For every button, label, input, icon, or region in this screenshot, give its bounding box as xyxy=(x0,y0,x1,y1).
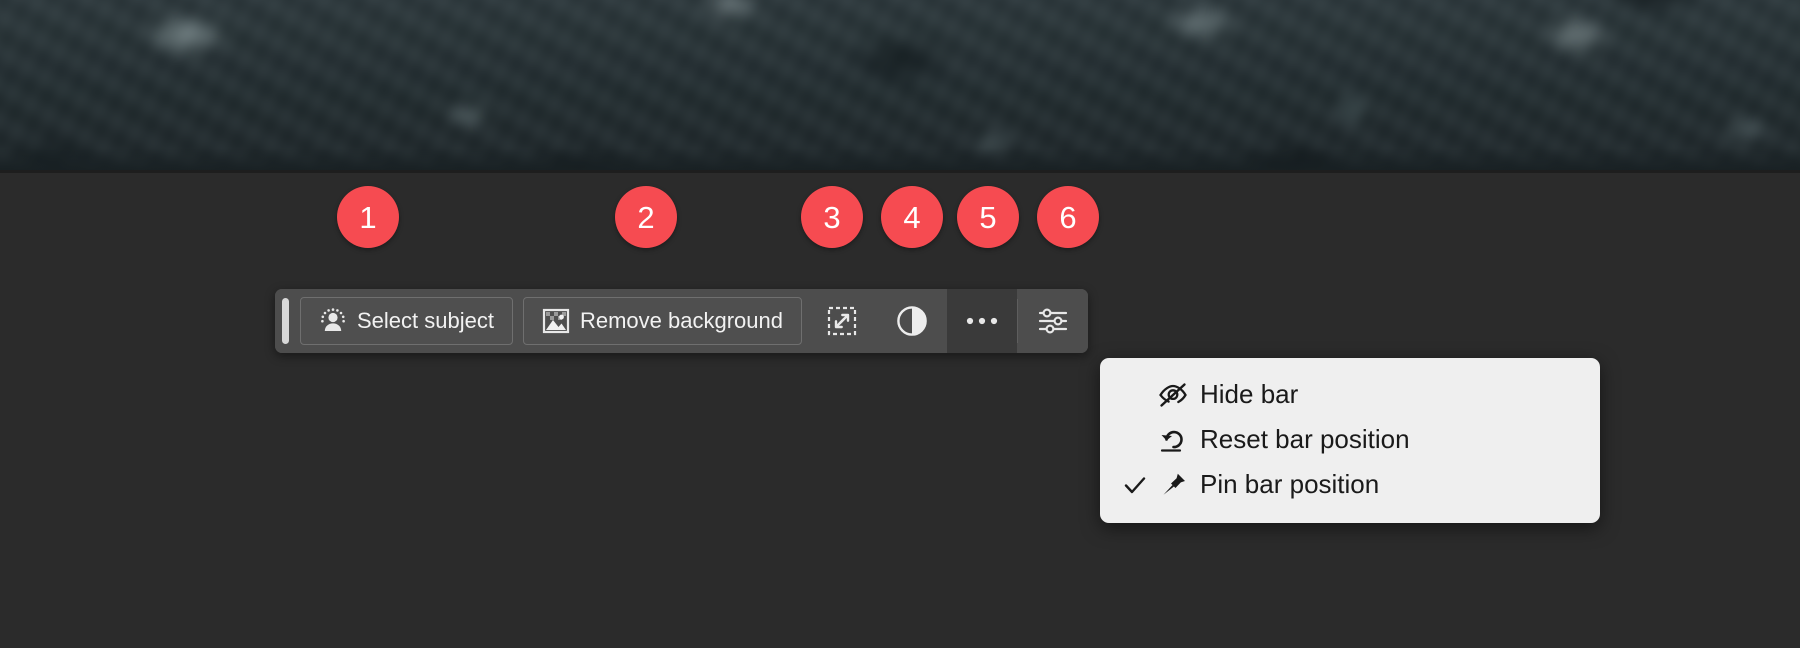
callout-badge-3: 3 xyxy=(801,186,863,248)
toolbar-drag-handle[interactable] xyxy=(275,289,295,353)
badge-number: 4 xyxy=(903,199,921,235)
image-canvas-preview xyxy=(0,0,1800,170)
remove-background-button[interactable]: Remove background xyxy=(522,297,802,345)
transform-scale-icon xyxy=(827,306,857,336)
callout-badge-1: 1 xyxy=(337,186,399,248)
eye-off-icon xyxy=(1152,382,1194,408)
badge-number: 6 xyxy=(1059,199,1077,235)
menu-label: Reset bar position xyxy=(1200,424,1410,454)
transform-button[interactable] xyxy=(806,289,877,353)
screenshot-canvas: Select subject Remove background 1 2 3 4… xyxy=(0,0,1800,648)
select-subject-label: Select subject xyxy=(357,308,494,333)
more-options-button[interactable] xyxy=(946,289,1017,353)
badge-number: 5 xyxy=(979,199,997,235)
canvas-divider xyxy=(0,170,1800,173)
badge-number: 3 xyxy=(823,199,841,235)
contextual-task-bar[interactable]: Select subject Remove background xyxy=(275,289,1088,353)
menu-label: Hide bar xyxy=(1200,379,1299,409)
undo-arrow-icon xyxy=(1152,426,1194,454)
menu-item-reset-bar-position[interactable]: Reset bar position xyxy=(1100,417,1600,462)
callout-badge-5: 5 xyxy=(957,186,1019,248)
drag-handle-grip xyxy=(281,298,289,344)
image-bottom-fade xyxy=(0,148,1800,170)
remove-background-label: Remove background xyxy=(579,308,783,333)
more-options-menu[interactable]: Hide bar Reset bar position Pin bar posi… xyxy=(1100,358,1600,523)
menu-label: Pin bar position xyxy=(1200,469,1380,499)
contrast-circle-icon xyxy=(896,305,928,337)
menu-checkmark-icon xyxy=(1118,475,1152,495)
menu-item-pin-bar-position[interactable]: Pin bar position xyxy=(1100,462,1600,507)
callout-badge-4: 4 xyxy=(881,186,943,248)
properties-button[interactable] xyxy=(1017,289,1088,353)
adjust-contrast-button[interactable] xyxy=(876,289,947,353)
callout-badge-6: 6 xyxy=(1037,186,1099,248)
select-subject-button[interactable]: Select subject xyxy=(300,297,513,345)
ellipsis-icon xyxy=(966,316,998,326)
badge-number: 2 xyxy=(637,199,655,235)
blurred-stone-texture xyxy=(0,0,1800,170)
badge-number: 1 xyxy=(359,199,377,235)
sliders-icon xyxy=(1037,306,1069,336)
menu-item-hide-bar[interactable]: Hide bar xyxy=(1100,372,1600,417)
person-selection-icon xyxy=(319,307,347,335)
image-transparency-icon xyxy=(542,308,570,334)
callout-badge-2: 2 xyxy=(615,186,677,248)
pin-icon xyxy=(1152,471,1194,499)
